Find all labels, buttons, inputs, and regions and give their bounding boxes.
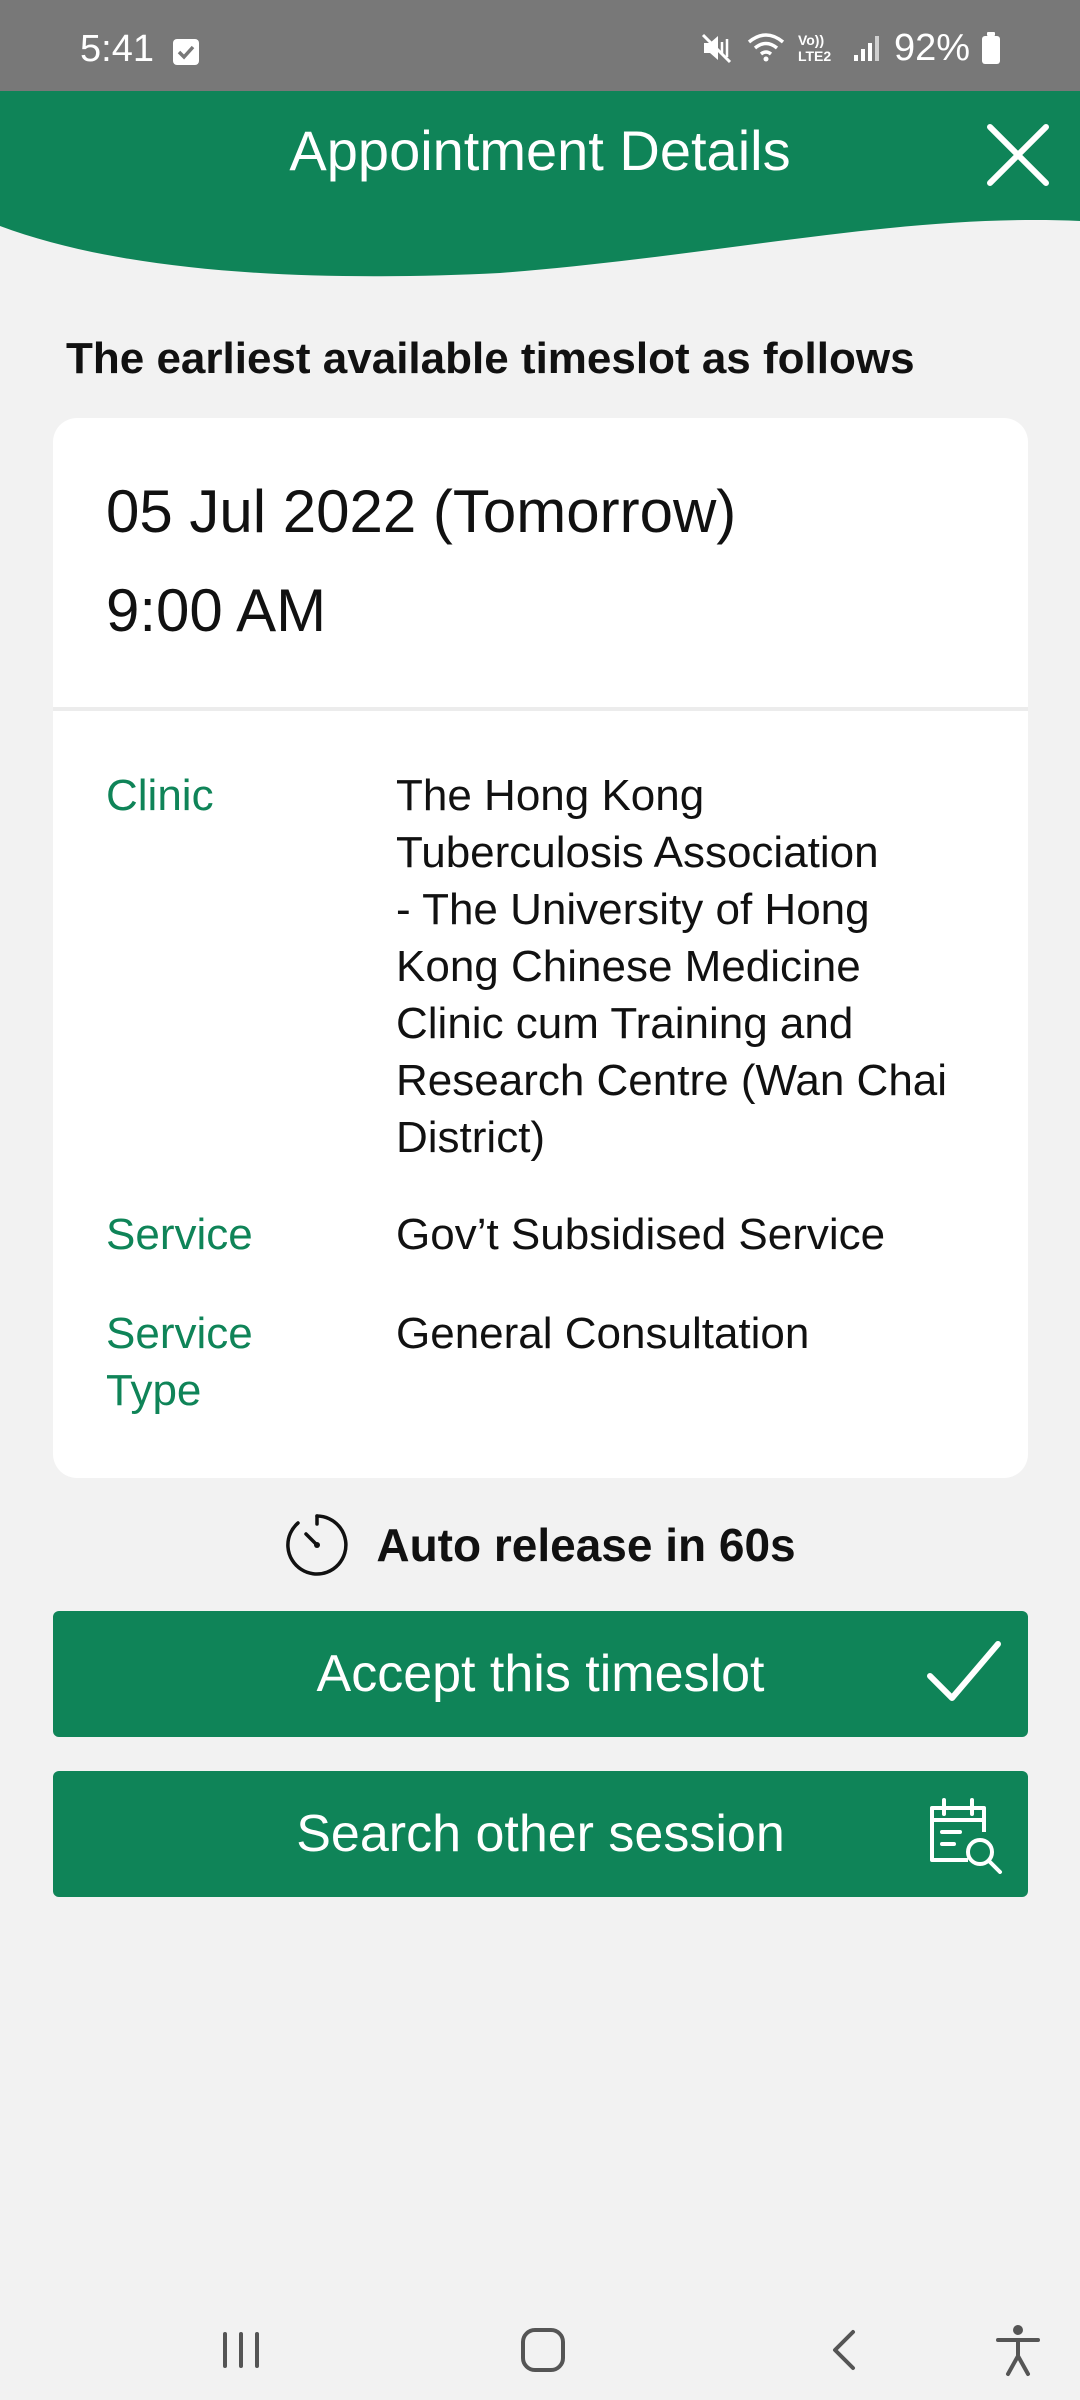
home-button[interactable] xyxy=(513,2320,573,2380)
battery-percentage: 92% xyxy=(893,27,970,69)
back-button[interactable] xyxy=(815,2320,875,2380)
recent-apps-icon xyxy=(223,2332,259,2368)
status-icons: Vo)) LTE2 92% xyxy=(700,28,1000,68)
clinic-line: Kong Chinese Medicine xyxy=(396,942,861,991)
timer-icon xyxy=(286,1514,348,1576)
auto-release-text: Auto release in 60s xyxy=(376,1519,796,1571)
close-icon xyxy=(987,124,1049,186)
appointment-date: 05 Jul 2022 (Tomorrow) xyxy=(106,478,737,545)
back-icon xyxy=(833,2330,855,2370)
accept-timeslot-button[interactable]: Accept this timeslot xyxy=(53,1611,1028,1737)
page-title: Appointment Details xyxy=(289,119,791,182)
service-type-label: Service Type xyxy=(106,1305,366,1419)
search-other-session-label: Search other session xyxy=(296,1805,785,1863)
appointment-time: 9:00 AM xyxy=(106,577,327,644)
service-label: Service xyxy=(106,1210,253,1259)
clinic-line: The Hong Kong xyxy=(396,771,705,820)
service-type-line: General Consultation xyxy=(396,1309,810,1358)
search-other-session-button[interactable]: Search other session xyxy=(53,1771,1028,1897)
volte-icon: Vo)) LTE2 xyxy=(797,32,832,64)
service-line: Gov’t Subsidised Service xyxy=(396,1210,886,1259)
clinic-line: - The University of Hong xyxy=(396,885,870,934)
accessibility-icon xyxy=(996,2325,1040,2376)
wifi-icon xyxy=(747,33,785,62)
accept-timeslot-label: Accept this timeslot xyxy=(316,1645,765,1703)
section-subtitle: The earliest available timeslot as follo… xyxy=(66,334,915,383)
auto-release-notice: Auto release in 60s xyxy=(0,1510,1080,1580)
accessibility-button[interactable] xyxy=(988,2320,1048,2380)
clinic-line: District) xyxy=(396,1113,546,1162)
clinic-line: Research Centre (Wan Chai xyxy=(396,1056,948,1105)
service-type-label-line: Service xyxy=(106,1309,253,1358)
status-time: 5:41 xyxy=(80,28,154,70)
appointment-card: 05 Jul 2022 (Tomorrow) 9:00 AM Clinic Th… xyxy=(53,418,1028,1478)
calendar-search-icon xyxy=(930,1798,1002,1874)
system-nav-bar xyxy=(0,2300,1080,2400)
header: Appointment Details xyxy=(0,91,1080,281)
clinic-line: Tuberculosis Association xyxy=(396,828,879,877)
service-value: Gov’t Subsidised Service xyxy=(396,1206,1006,1263)
service-type-value: General Consultation xyxy=(396,1305,1006,1362)
checkmark-icon xyxy=(927,1641,1001,1701)
status-bar: 5:41 Vo)) LTE2 92% xyxy=(0,0,1080,91)
signal-icon xyxy=(853,36,879,61)
checkbox-notification-icon xyxy=(173,39,199,65)
home-icon xyxy=(521,2328,565,2372)
close-button[interactable] xyxy=(980,117,1056,193)
clinic-value: The Hong Kong Tuberculosis Association -… xyxy=(396,767,1006,1166)
service-type-label-line: Type xyxy=(106,1366,202,1415)
battery-icon xyxy=(982,32,1000,64)
clinic-label: Clinic xyxy=(106,771,214,820)
divider xyxy=(53,707,1028,711)
mute-vibrate-icon xyxy=(701,33,731,64)
clinic-line: Clinic cum Training and xyxy=(396,999,854,1048)
recent-apps-button[interactable] xyxy=(211,2320,271,2380)
